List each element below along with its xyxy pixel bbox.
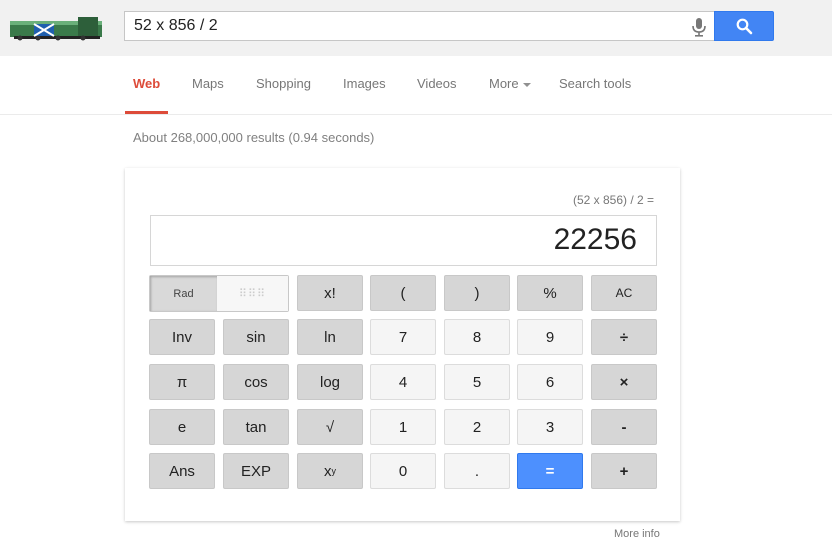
microphone-icon[interactable]	[690, 17, 708, 37]
inv-button[interactable]: Inv	[149, 319, 215, 355]
digit-8-button[interactable]: 8	[444, 319, 510, 355]
sin-button[interactable]: sin	[223, 319, 289, 355]
plus-button[interactable]: +	[591, 453, 657, 489]
active-tab-indicator	[125, 111, 168, 114]
tab-shopping[interactable]: Shopping	[256, 76, 311, 91]
digit-3-button[interactable]: 3	[517, 409, 583, 445]
log-button[interactable]: log	[297, 364, 363, 400]
digit-7-button[interactable]: 7	[370, 319, 436, 355]
results-stats: About 268,000,000 results (0.94 seconds)	[133, 130, 375, 145]
more-info-link[interactable]: More info	[614, 528, 660, 540]
search-box	[124, 11, 716, 41]
power-base: x	[324, 462, 332, 480]
minus-button[interactable]: -	[591, 409, 657, 445]
exp-button[interactable]: EXP	[223, 453, 289, 489]
all-clear-button[interactable]: AC	[591, 275, 657, 311]
divide-button[interactable]: ÷	[591, 319, 657, 355]
search-tabs: Web Maps Shopping Images Videos More Sea…	[0, 56, 832, 115]
search-input[interactable]	[134, 12, 674, 40]
calculator-expression: (52 x 856) / 2 =	[572, 193, 654, 207]
tab-images[interactable]: Images	[343, 76, 386, 91]
power-exponent: y	[331, 466, 337, 476]
top-bar	[0, 0, 832, 56]
angle-mode-toggle: Rad ⠿⠿⠿	[149, 275, 289, 312]
e-button[interactable]: e	[149, 409, 215, 445]
decimal-button[interactable]: .	[444, 453, 510, 489]
factorial-button[interactable]: x!	[297, 275, 363, 311]
power-button[interactable]: xy	[297, 453, 363, 489]
tab-maps[interactable]: Maps	[192, 76, 224, 91]
tan-button[interactable]: tan	[223, 409, 289, 445]
tab-videos[interactable]: Videos	[417, 76, 457, 91]
chevron-down-icon	[522, 82, 531, 87]
logo-doodle[interactable]	[8, 13, 104, 41]
left-paren-button[interactable]: (	[370, 275, 436, 311]
right-paren-button[interactable]: )	[444, 275, 510, 311]
tab-search-tools[interactable]: Search tools	[559, 76, 631, 91]
digit-5-button[interactable]: 5	[444, 364, 510, 400]
search-button[interactable]	[714, 11, 774, 41]
digit-2-button[interactable]: 2	[444, 409, 510, 445]
deg-button[interactable]: ⠿⠿⠿	[217, 276, 288, 311]
tab-more[interactable]: More	[489, 76, 531, 91]
calculator-card: (52 x 856) / 2 = 22256 Rad ⠿⠿⠿ x! ( ) % …	[125, 168, 680, 521]
percent-button[interactable]: %	[517, 275, 583, 311]
digit-9-button[interactable]: 9	[517, 319, 583, 355]
ln-button[interactable]: ln	[297, 319, 363, 355]
tab-more-label: More	[489, 76, 519, 91]
calculator-display: 22256	[150, 215, 657, 266]
search-icon	[736, 18, 753, 35]
cos-button[interactable]: cos	[223, 364, 289, 400]
digit-6-button[interactable]: 6	[517, 364, 583, 400]
equals-button[interactable]: =	[517, 453, 583, 489]
ans-button[interactable]: Ans	[149, 453, 215, 489]
digit-1-button[interactable]: 1	[370, 409, 436, 445]
pi-button[interactable]: π	[149, 364, 215, 400]
multiply-button[interactable]: ×	[591, 364, 657, 400]
sqrt-button[interactable]: √	[297, 409, 363, 445]
tab-web[interactable]: Web	[133, 76, 160, 91]
digit-4-button[interactable]: 4	[370, 364, 436, 400]
rad-button[interactable]: Rad	[150, 276, 217, 311]
calculator-result: 22256	[553, 223, 637, 256]
digit-0-button[interactable]: 0	[370, 453, 436, 489]
